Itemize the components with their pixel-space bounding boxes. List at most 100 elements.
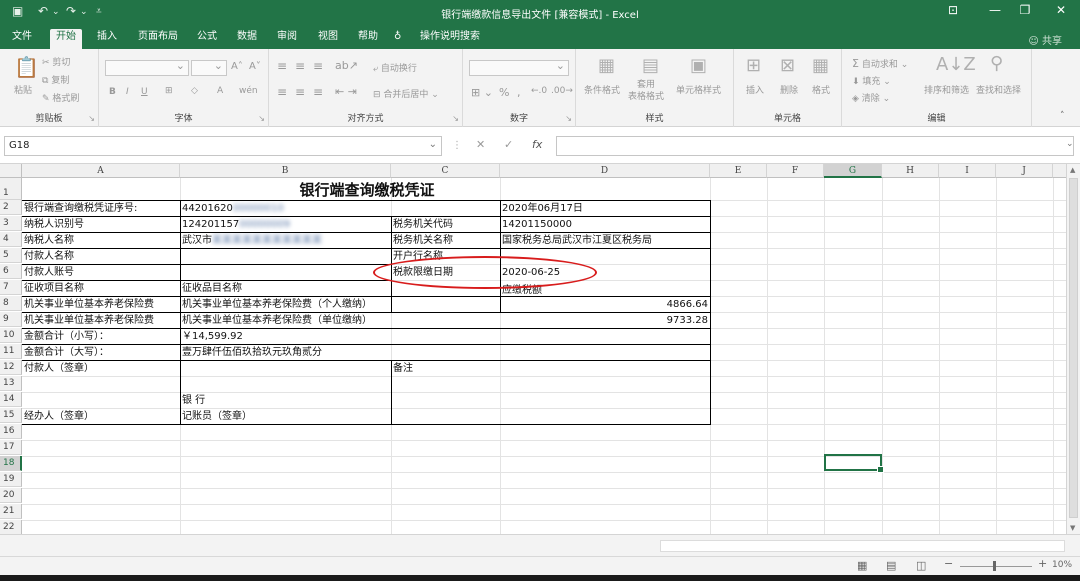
- insert-function-icon[interactable]: fx: [532, 138, 542, 151]
- tab-data[interactable]: 数据: [231, 29, 263, 49]
- format-as-table-button[interactable]: 套用 表格格式: [628, 79, 664, 103]
- align-center-icon[interactable]: ≡: [295, 85, 305, 99]
- cell-b9[interactable]: 机关事业单位基本养老保险费（单位缴纳）: [180, 313, 500, 328]
- sort-filter-button[interactable]: 排序和筛选: [924, 83, 969, 96]
- cell-a15[interactable]: 经办人（签章）: [22, 409, 180, 424]
- share-button[interactable]: ☺ 共享: [1028, 32, 1062, 47]
- row-header-8[interactable]: 8: [0, 296, 22, 311]
- wrap-text-button[interactable]: ⤶ 自动换行: [373, 61, 417, 74]
- column-header-d[interactable]: D: [500, 164, 710, 178]
- row-header-9[interactable]: 9: [0, 312, 22, 327]
- selected-cell-g18[interactable]: [824, 454, 884, 473]
- italic-icon[interactable]: I: [126, 87, 129, 97]
- phonetic-icon[interactable]: wén: [239, 86, 258, 96]
- restore-button[interactable]: ❐: [1010, 3, 1040, 17]
- cell-a10[interactable]: 金额合计（小写）：: [22, 329, 180, 344]
- column-header-g[interactable]: G: [824, 164, 882, 178]
- cell-c6[interactable]: 税款限缴日期: [391, 265, 500, 280]
- cell-b2[interactable]: 4420162000000010: [180, 201, 391, 216]
- merge-center-button[interactable]: ⊟ 合并后居中 ⌄: [373, 87, 439, 100]
- collapse-ribbon-icon[interactable]: ˄: [1060, 111, 1065, 121]
- cell-d4[interactable]: 国家税务总局武汉市江夏区税务局: [500, 233, 710, 248]
- row-header-7[interactable]: 7: [0, 280, 22, 295]
- underline-icon[interactable]: U: [141, 87, 148, 97]
- conditional-format-icon[interactable]: ▦: [598, 55, 615, 76]
- sheet-title[interactable]: 银行端查询缴税凭证: [22, 180, 710, 200]
- decrease-decimal-icon[interactable]: .00→: [551, 86, 573, 96]
- cancel-icon[interactable]: ✕: [476, 138, 485, 151]
- cell-d7[interactable]: 应缴税额: [500, 284, 710, 297]
- row-header-5[interactable]: 5: [0, 248, 22, 263]
- cell-b7[interactable]: 征收品目名称: [180, 281, 391, 296]
- cell-styles-icon[interactable]: ▣: [690, 55, 707, 76]
- column-header-h[interactable]: H: [882, 164, 939, 178]
- cell-c3[interactable]: 税务机关代码: [391, 217, 500, 232]
- align-left-icon[interactable]: ≡: [277, 85, 287, 99]
- cell-a8[interactable]: 机关事业单位基本养老保险费: [22, 297, 180, 312]
- column-header-a[interactable]: A: [22, 164, 180, 178]
- tab-review[interactable]: 审阅: [271, 29, 303, 49]
- zoom-in-icon[interactable]: +: [1038, 557, 1047, 570]
- formula-input[interactable]: [556, 136, 1074, 156]
- cell-b15[interactable]: 记账员（签章）: [180, 409, 391, 424]
- align-right-icon[interactable]: ≡: [313, 85, 323, 99]
- insert-cells-icon[interactable]: ⊞: [746, 55, 761, 76]
- format-painter-button[interactable]: ✎ 格式刷: [42, 91, 79, 104]
- format-cells-icon[interactable]: ▦: [812, 55, 829, 76]
- cell-a11[interactable]: 金额合计（大写）：: [22, 345, 180, 360]
- page-break-view-icon[interactable]: ◫: [916, 559, 926, 572]
- fill-color-icon[interactable]: ◇: [191, 86, 198, 96]
- copy-button[interactable]: ⧉ 复制: [42, 73, 69, 86]
- horizontal-scrollbar[interactable]: [660, 540, 1065, 552]
- cell-d8[interactable]: 4866.64: [500, 297, 710, 312]
- bold-icon[interactable]: B: [109, 87, 116, 97]
- row-header-20[interactable]: 20: [0, 488, 22, 503]
- tab-home[interactable]: 开始: [50, 29, 82, 49]
- cell-d6[interactable]: 2020-06-25: [500, 265, 710, 280]
- number-format-dropdown[interactable]: [469, 59, 569, 76]
- cell-styles-button[interactable]: 单元格样式: [676, 83, 721, 96]
- align-top-icon[interactable]: ≡: [277, 59, 287, 73]
- orientation-icon[interactable]: ab↗: [335, 59, 358, 72]
- magnifier-icon[interactable]: ⚲: [990, 53, 1003, 74]
- cell-c5[interactable]: 开户行名称: [391, 249, 500, 264]
- tab-help[interactable]: 帮助: [352, 29, 384, 49]
- cell-a7[interactable]: 征收项目名称: [22, 281, 180, 296]
- column-header-f[interactable]: F: [767, 164, 824, 178]
- row-header-17[interactable]: 17: [0, 440, 22, 455]
- row-header-15[interactable]: 15: [0, 408, 22, 423]
- tab-formulas[interactable]: 公式: [191, 29, 223, 49]
- cell-b4[interactable]: 武汉市某某某某某某某某某某某: [180, 233, 391, 248]
- find-select-button[interactable]: 查找和选择: [976, 83, 1021, 96]
- row-header-12[interactable]: 12: [0, 360, 22, 375]
- ribbon-display-options-icon[interactable]: ⊡: [938, 3, 968, 17]
- tab-page-layout[interactable]: 页面布局: [132, 29, 184, 49]
- row-header-11[interactable]: 11: [0, 344, 22, 359]
- autosum-button[interactable]: Σ 自动求和 ⌄: [852, 57, 908, 70]
- paste-icon[interactable]: 📋: [14, 55, 39, 79]
- scroll-up-icon[interactable]: ▲: [1070, 166, 1075, 174]
- row-header-14[interactable]: 14: [0, 392, 22, 407]
- row-header-3[interactable]: 3: [0, 216, 22, 231]
- cell-d3[interactable]: 14201150000: [500, 217, 710, 232]
- column-header-i[interactable]: I: [939, 164, 996, 178]
- decrease-font-icon[interactable]: A˅: [249, 61, 261, 72]
- align-middle-icon[interactable]: ≡: [295, 59, 305, 73]
- row-header-18[interactable]: 18: [0, 456, 22, 471]
- tab-insert[interactable]: 插入: [91, 29, 123, 49]
- clipboard-launcher-icon[interactable]: ↘: [88, 114, 95, 123]
- sort-filter-icon[interactable]: A↓Z: [936, 54, 976, 75]
- expand-formula-icon[interactable]: ⌄: [1066, 139, 1074, 149]
- indent-icon[interactable]: ⇤ ⇥: [335, 85, 357, 98]
- row-header-2[interactable]: 2: [0, 200, 22, 215]
- cell-c12[interactable]: 备注: [391, 361, 500, 376]
- row-header-16[interactable]: 16: [0, 424, 22, 439]
- font-color-icon[interactable]: A: [217, 86, 223, 96]
- fill-button[interactable]: ⬇ 填充 ⌄: [852, 74, 891, 87]
- zoom-level[interactable]: 10%: [1052, 560, 1072, 570]
- cell-a9[interactable]: 机关事业单位基本养老保险费: [22, 313, 180, 328]
- tell-me-search[interactable]: 操作说明搜索: [414, 29, 486, 49]
- tab-view[interactable]: 视图: [312, 29, 344, 49]
- clear-button[interactable]: ◈ 清除 ⌄: [852, 91, 890, 104]
- worksheet-grid[interactable]: A B C D E F G H I J 1 2 3 4 5 6 7 8 9 10…: [0, 164, 1066, 534]
